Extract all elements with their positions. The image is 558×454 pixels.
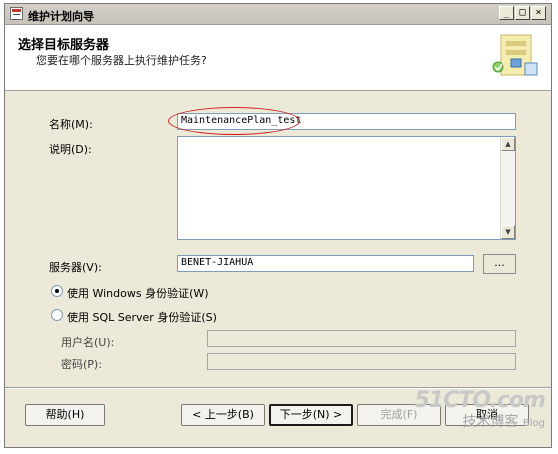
username-label: 用户名(U): [61, 336, 115, 349]
wizard-header: 选择目标服务器 您要在哪个服务器上执行维护任务? [5, 25, 551, 91]
sql-auth-label[interactable]: 使用 SQL Server 身份验证(S) [67, 309, 217, 325]
radio-selected-dot [55, 289, 59, 293]
finish-button[interactable]: 完成(F) [357, 404, 441, 426]
windows-auth-label[interactable]: 使用 Windows 身份验证(W) [67, 285, 209, 301]
server-label: 服务器(V): [49, 261, 102, 274]
scroll-up-icon[interactable]: ▲ [501, 137, 515, 151]
title-bar: 维护计划向导 _ □ × [5, 4, 551, 25]
close-button[interactable]: × [531, 6, 546, 20]
footer-divider [5, 387, 551, 389]
server-field[interactable]: BENET-JIAHUA [177, 255, 474, 272]
page-title: 选择目标服务器 [18, 38, 110, 53]
password-label: 密码(P): [61, 358, 102, 371]
cancel-button[interactable]: 取消 [445, 404, 529, 426]
next-button[interactable]: 下一步(N) > [269, 404, 353, 426]
app-icon [10, 7, 23, 20]
page-subtitle: 您要在哪个服务器上执行维护任务? [36, 54, 207, 67]
wizard-server-graphic-icon [492, 34, 538, 76]
description-scrollbar[interactable]: ▲ ▼ [500, 137, 515, 239]
description-label: 说明(D): [49, 143, 92, 156]
password-field[interactable] [207, 353, 516, 370]
name-field[interactable]: MaintenancePlan_test [177, 113, 516, 130]
minimize-button[interactable]: _ [499, 6, 514, 20]
description-field[interactable]: ▲ ▼ [177, 136, 516, 240]
name-label: 名称(M): [49, 118, 93, 131]
browse-server-button[interactable]: ... [483, 254, 516, 274]
help-button[interactable]: 帮助(H) [25, 404, 105, 426]
maximize-button[interactable]: □ [515, 6, 530, 20]
sql-auth-radio[interactable] [51, 309, 63, 321]
scroll-down-icon[interactable]: ▼ [501, 225, 515, 239]
back-button[interactable]: < 上一步(B) [181, 404, 265, 426]
windows-auth-radio[interactable] [51, 285, 63, 297]
wizard-window: 维护计划向导 _ □ × 选择目标服务器 您要在哪个服务器上执行维护任务? 名称… [4, 3, 552, 448]
window-title: 维护计划向导 [28, 10, 94, 23]
username-field[interactable] [207, 330, 516, 347]
